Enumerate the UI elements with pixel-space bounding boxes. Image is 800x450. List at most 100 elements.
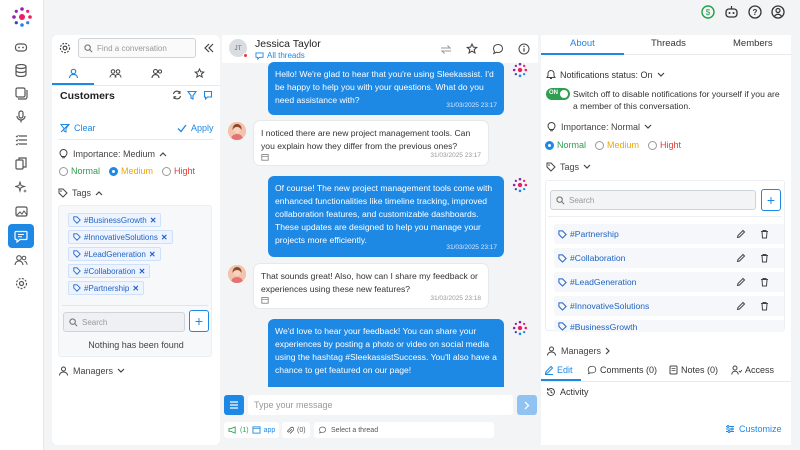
tag-search-input[interactable]: Search xyxy=(82,318,107,327)
divider xyxy=(541,381,791,382)
radio-normal[interactable]: Normal xyxy=(545,140,586,151)
importance-selector[interactable]: Importance: Normal xyxy=(546,121,652,132)
clear-button[interactable]: Clear xyxy=(60,123,96,133)
tab-group[interactable] xyxy=(108,66,122,80)
tag-chip[interactable]: #LeadGeneration ✕ xyxy=(68,247,161,261)
star-icon[interactable] xyxy=(465,42,479,56)
tag-chip[interactable]: #InnovativeSolutions ✕ xyxy=(68,230,173,244)
edit-icon[interactable] xyxy=(736,301,746,311)
trash-icon[interactable] xyxy=(760,229,769,239)
notifications-status[interactable]: Notifications status: On xyxy=(546,69,665,80)
all-threads-link[interactable]: All threads xyxy=(255,51,305,60)
tag-search[interactable]: Search xyxy=(63,312,185,332)
thread-selector[interactable]: Select a thread xyxy=(314,422,494,438)
tag-chip[interactable]: #BusinessGrowth ✕ xyxy=(68,213,162,227)
radio-normal[interactable]: Normal xyxy=(59,166,100,177)
radio-medium-label: Medium xyxy=(607,140,640,150)
list-icon[interactable] xyxy=(10,130,32,150)
refresh-icon[interactable] xyxy=(171,89,183,101)
tab-single-user[interactable] xyxy=(66,66,80,80)
divider xyxy=(58,139,214,140)
radio-hight[interactable]: Hight xyxy=(162,166,195,177)
add-tag-button[interactable]: + xyxy=(189,310,209,332)
radio-medium[interactable]: Medium xyxy=(109,166,153,177)
chat-icon[interactable] xyxy=(8,224,34,248)
settings-icon[interactable] xyxy=(58,41,72,55)
tags-filter-header[interactable]: Tags xyxy=(58,188,103,198)
tab-threads[interactable]: Threads xyxy=(651,38,686,49)
tab-favorites[interactable] xyxy=(192,66,206,80)
new-message-icon[interactable] xyxy=(202,89,214,101)
sliders-icon xyxy=(726,425,734,433)
chevron-right-icon xyxy=(524,401,530,409)
settings-icon[interactable] xyxy=(10,273,32,293)
tag-icon xyxy=(558,277,567,287)
bot-icon[interactable] xyxy=(10,37,32,57)
tab-notes[interactable]: Notes (0) xyxy=(669,365,718,375)
remove-tag-icon[interactable]: ✕ xyxy=(139,267,146,276)
conversation-search[interactable]: Find a conversation xyxy=(78,38,196,58)
edit-icon[interactable] xyxy=(736,229,746,239)
image-icon[interactable] xyxy=(10,201,32,221)
trash-icon[interactable] xyxy=(760,277,769,287)
robot-icon[interactable] xyxy=(724,5,739,19)
attachments-button[interactable]: (0) xyxy=(282,422,310,438)
message-bot: We'd love to hear your feedback! You can… xyxy=(268,319,504,387)
trash-icon[interactable] xyxy=(760,301,769,311)
channel-selector[interactable]: (1) app xyxy=(224,422,280,438)
tag-label: #BusinessGrowth xyxy=(570,322,638,332)
tag-chip[interactable]: #Partnership ✕ xyxy=(68,281,145,295)
edit-icon[interactable] xyxy=(736,277,746,287)
users-icon[interactable] xyxy=(10,250,32,270)
app-logo[interactable] xyxy=(11,6,33,28)
remove-tag-icon[interactable]: ✕ xyxy=(132,284,139,293)
tags-header[interactable]: Tags xyxy=(546,162,591,172)
mic-icon[interactable] xyxy=(10,106,32,126)
activity-section[interactable]: Activity xyxy=(546,387,589,397)
tab-edit[interactable]: Edit xyxy=(544,365,573,375)
info-icon[interactable] xyxy=(517,42,531,56)
tag-chip[interactable]: #Collaboration ✕ xyxy=(68,264,151,278)
sparkle-icon[interactable] xyxy=(10,177,32,197)
managers-filter[interactable]: Managers xyxy=(58,366,125,376)
radio-hight[interactable]: Hight xyxy=(648,140,682,151)
comment-icon[interactable] xyxy=(491,42,505,56)
chevron-right-icon xyxy=(605,347,610,355)
filter-icon[interactable] xyxy=(186,89,198,101)
message-input[interactable]: Type your message xyxy=(248,395,513,415)
remove-tag-icon[interactable]: ✕ xyxy=(161,233,168,242)
tab-members[interactable]: Members xyxy=(733,38,773,49)
tag-label: #Collaboration xyxy=(84,266,136,276)
chevron-down-icon xyxy=(644,124,652,129)
tab-team[interactable] xyxy=(150,66,164,80)
add-tag-button[interactable]: + xyxy=(761,189,781,211)
copy-icon[interactable] xyxy=(10,153,32,173)
tab-comments[interactable]: Comments (0) xyxy=(587,365,657,375)
importance-filter[interactable]: Importance: Medium xyxy=(58,148,167,159)
collapse-panel-icon[interactable] xyxy=(202,41,216,55)
help-icon[interactable]: ? xyxy=(748,5,762,19)
edit-icon[interactable] xyxy=(736,253,746,263)
menu-button[interactable] xyxy=(224,395,244,415)
database-icon[interactable] xyxy=(10,60,32,80)
apply-button[interactable]: Apply xyxy=(177,123,214,133)
tab-access[interactable]: Access xyxy=(731,365,774,375)
transfer-icon[interactable] xyxy=(439,42,453,56)
dollar-icon[interactable]: $ xyxy=(701,5,715,19)
customize-button[interactable]: Customize xyxy=(725,424,782,434)
tab-about[interactable]: About xyxy=(570,38,595,49)
notifications-toggle[interactable]: ON xyxy=(546,88,570,100)
radio-hight-label: Hight xyxy=(660,140,682,150)
trash-icon[interactable] xyxy=(760,253,769,263)
radio-medium[interactable]: Medium xyxy=(595,140,640,151)
remove-tag-icon[interactable]: ✕ xyxy=(149,250,156,259)
managers-section[interactable]: Managers xyxy=(546,346,611,356)
tag-search[interactable]: Search xyxy=(550,190,756,210)
user-menu-icon[interactable] xyxy=(771,5,785,19)
tag-search-input[interactable]: Search xyxy=(569,196,594,205)
gallery-icon[interactable] xyxy=(10,83,32,103)
tag-row: #Partnership xyxy=(554,224,784,244)
send-button[interactable] xyxy=(517,395,537,415)
remove-tag-icon[interactable]: ✕ xyxy=(150,216,157,225)
conversation-search-input[interactable]: Find a conversation xyxy=(97,44,167,53)
